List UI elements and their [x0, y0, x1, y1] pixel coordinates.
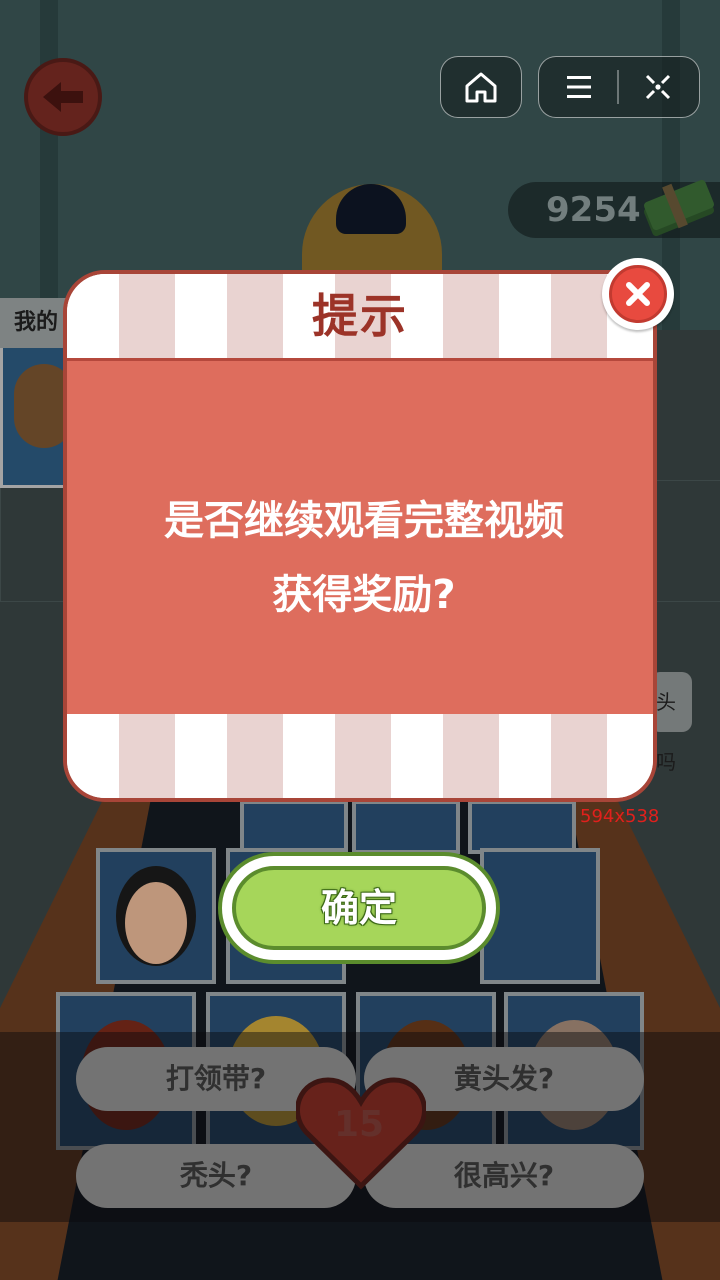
home-button[interactable]: [440, 56, 522, 118]
dialog-close-button[interactable]: [602, 258, 674, 330]
dialog-message-line1: 是否继续观看完整视频: [164, 498, 564, 544]
close-icon: [609, 265, 667, 323]
menu-icon[interactable]: [565, 74, 593, 100]
capsule-divider: [617, 70, 619, 104]
reward-dialog: 提示 是否继续观看完整视频 获得奖励?: [63, 270, 657, 802]
close-icon[interactable]: [643, 72, 673, 102]
dialog-footer-stripes: [67, 714, 653, 798]
confirm-button-label: 确定: [232, 866, 486, 950]
home-icon: [465, 72, 497, 103]
mini-program-capsule: [538, 56, 700, 118]
dialog-title: 提示: [312, 289, 408, 343]
dialog-message-line2: 获得奖励?: [272, 572, 456, 618]
debug-size-label: 594x538: [580, 806, 660, 827]
confirm-button[interactable]: 确定: [218, 852, 500, 964]
dialog-message: 是否继续观看完整视频 获得奖励?: [107, 484, 621, 632]
